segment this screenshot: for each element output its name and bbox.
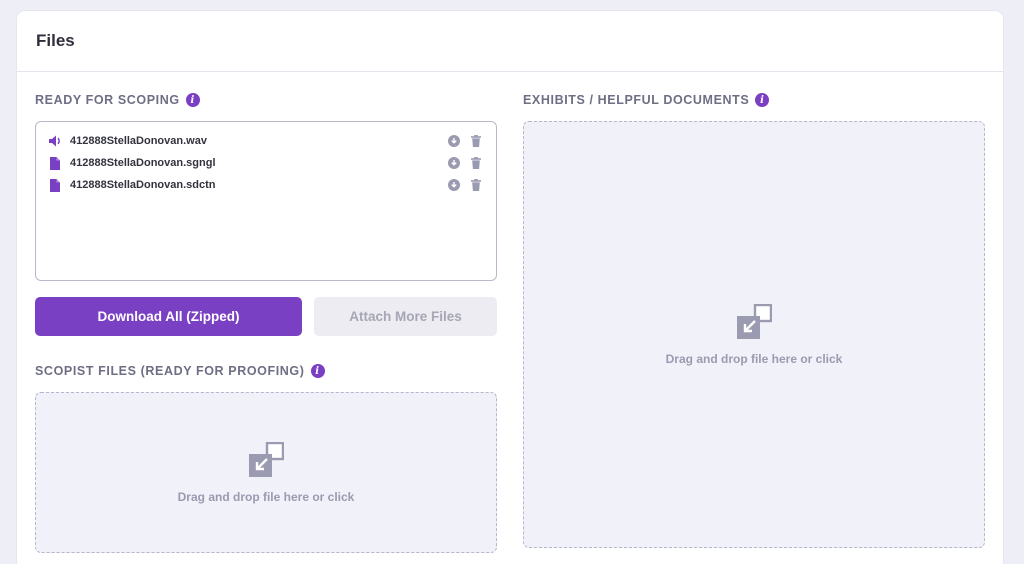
file-icon <box>48 156 62 170</box>
file-row: 412888StellaDonovan.sdctn <box>36 174 496 196</box>
info-icon[interactable]: i <box>185 93 200 107</box>
download-icon[interactable] <box>448 135 460 147</box>
trash-icon[interactable] <box>470 135 482 147</box>
exhibits-text: EXHIBITS / HELPFUL DOCUMENTS <box>523 93 750 107</box>
download-icon[interactable] <box>448 179 460 191</box>
dropzone-text: Drag and drop file here or click <box>665 351 843 366</box>
scopist-files-text: SCOPIST FILES (READY FOR PROOFING) <box>35 364 305 378</box>
trash-icon[interactable] <box>470 179 482 191</box>
files-card: Files READY FOR SCOPING i 412888StellaDo… <box>17 11 1003 564</box>
file-icon <box>48 178 62 192</box>
ready-for-scoping-label: READY FOR SCOPING i <box>35 93 200 107</box>
dropzone-text: Drag and drop file here or click <box>177 489 355 504</box>
ready-for-scoping-text: READY FOR SCOPING <box>35 93 180 107</box>
exhibits-label: EXHIBITS / HELPFUL DOCUMENTS i <box>523 93 770 107</box>
file-name: 412888StellaDonovan.wav <box>70 135 207 147</box>
drop-file-icon <box>248 441 285 478</box>
info-icon[interactable]: i <box>310 364 325 378</box>
scopist-files-label: SCOPIST FILES (READY FOR PROOFING) i <box>35 364 325 378</box>
download-icon[interactable] <box>448 157 460 169</box>
drop-file-icon <box>736 303 773 340</box>
scopist-files-dropzone[interactable]: Drag and drop file here or click <box>35 392 497 553</box>
audio-icon <box>48 134 62 148</box>
trash-icon[interactable] <box>470 157 482 169</box>
attach-more-files-button[interactable]: Attach More Files <box>314 297 497 336</box>
file-name: 412888StellaDonovan.sgngl <box>70 157 216 169</box>
ready-for-scoping-file-list: 412888StellaDonovan.wav 412888StellaDono… <box>35 121 497 281</box>
info-icon[interactable]: i <box>755 93 770 107</box>
file-name: 412888StellaDonovan.sdctn <box>70 179 216 191</box>
file-row: 412888StellaDonovan.wav <box>36 130 496 152</box>
file-row: 412888StellaDonovan.sgngl <box>36 152 496 174</box>
download-all-button[interactable]: Download All (Zipped) <box>35 297 302 336</box>
card-header: Files <box>17 11 1003 72</box>
exhibits-dropzone[interactable]: Drag and drop file here or click <box>523 121 985 548</box>
page-title: Files <box>36 31 75 50</box>
